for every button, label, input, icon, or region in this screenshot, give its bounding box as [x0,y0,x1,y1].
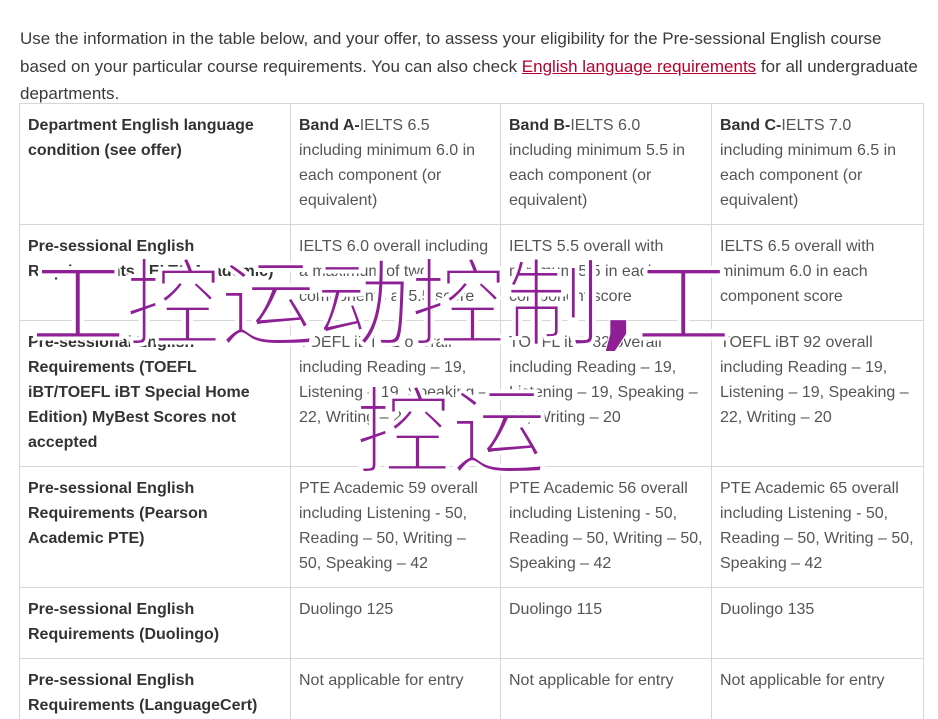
cell-band-a: TOEFL iBT 82 overall including Reading –… [290,320,501,467]
cell-band-a: Not applicable for entry [290,658,501,719]
cell-band-c: TOEFL iBT 92 overall including Reading –… [711,320,924,467]
cell-band-b: Not applicable for entry [500,658,712,719]
table-row-languagecert: Pre-sessional English Requirements (Lang… [19,658,924,719]
row-label: Pre-sessional English Requirements (Lang… [19,658,291,719]
row-label: Pre-sessional English Requirements (Duol… [19,587,291,659]
cell-band-a: PTE Academic 59 overall including Listen… [290,466,501,588]
row-label: Pre-sessional English Requirements (Pear… [19,466,291,588]
header-department-condition: Department English language condition (s… [19,103,291,225]
table-row-pte: Pre-sessional English Requirements (Pear… [19,466,924,588]
row-label: Pre-sessional English Requirements (TOEF… [19,320,291,467]
cell-band-c: Duolingo 135 [711,587,924,659]
table-header-row: Department English language condition (s… [19,103,924,225]
cell-band-b: Duolingo 115 [500,587,712,659]
cell-band-b: PTE Academic 56 overall including Listen… [500,466,712,588]
band-a-label: Band A- [299,117,360,134]
cell-band-a: IELTS 6.0 overall including a maximum of… [290,224,501,321]
table-row-toefl: Pre-sessional English Requirements (TOEF… [19,320,924,467]
header-band-c: Band C-IELTS 7.0 including minimum 6.5 i… [711,103,924,225]
intro-paragraph: Use the information in the table below, … [20,25,925,108]
table-row-duolingo: Pre-sessional English Requirements (Duol… [19,587,924,659]
cell-band-c: Not applicable for entry [711,658,924,719]
cell-band-b: IELTS 5.5 overall with minimum 5.5 in ea… [500,224,712,321]
cell-band-b: TOEFL iBT 82 overall including Reading –… [500,320,712,467]
cell-band-a: Duolingo 125 [290,587,501,659]
cell-band-c: PTE Academic 65 overall including Listen… [711,466,924,588]
table-row-ielts: Pre-sessional English Requirements (IELT… [19,224,924,321]
header-band-a: Band A-IELTS 6.5 including minimum 6.0 i… [290,103,501,225]
cell-band-c: IELTS 6.5 overall with minimum 6.0 in ea… [711,224,924,321]
english-language-requirements-link[interactable]: English language requirements [522,57,756,76]
band-c-label: Band C- [720,117,782,134]
row-label: Pre-sessional English Requirements (IELT… [19,224,291,321]
requirements-table: Department English language condition (s… [19,103,924,719]
band-b-label: Band B- [509,117,571,134]
header-band-b: Band B-IELTS 6.0 including minimum 5.5 i… [500,103,712,225]
